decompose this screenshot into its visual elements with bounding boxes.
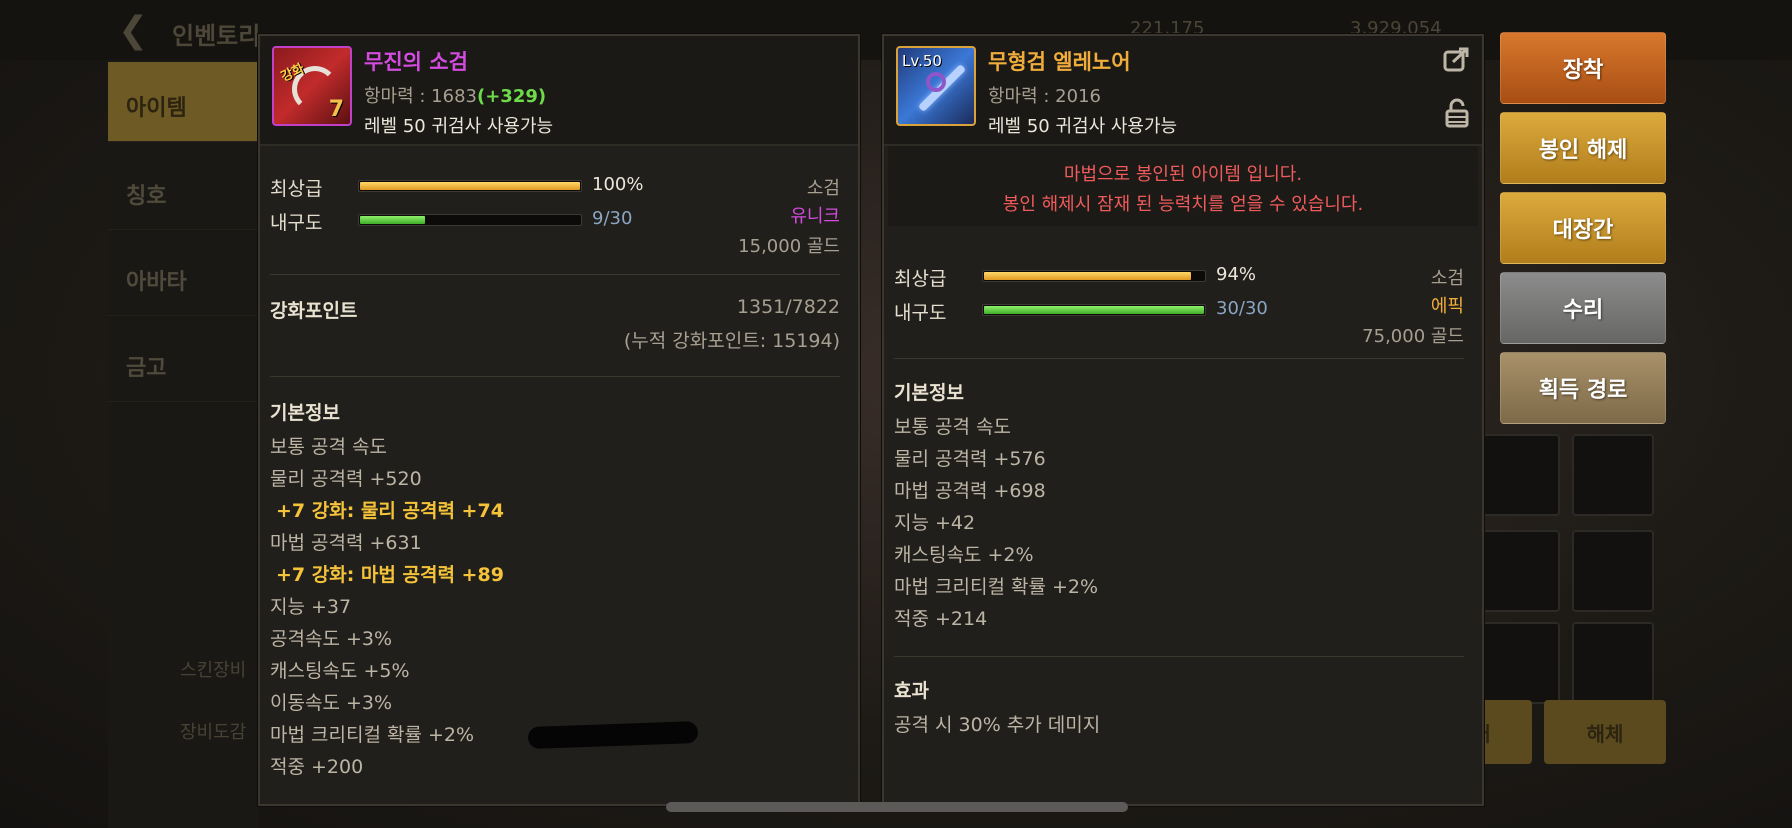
stat-line: 물리 공격력 +520 — [270, 468, 422, 490]
tooltip-header: Lv.50 무형검 엘레노어 항마력 : 2016 레벨 50 귀검사 사용가능 — [884, 36, 1482, 146]
tooltip-header: 강화 7 무진의 소검 항마력 : 1683(+329) 레벨 50 귀검사 사… — [260, 36, 858, 146]
grade-label: 최상급 — [894, 268, 947, 290]
stat-line: 캐스팅속도 +2% — [894, 544, 1034, 566]
item-price: 15,000 골드 — [738, 236, 840, 257]
anti-magic-stat: 항마력 : 1683(+329) — [364, 82, 546, 108]
redaction-mark — [527, 721, 699, 749]
requirement: 레벨 50 귀검사 사용가능 — [988, 116, 1178, 137]
anti-magic-stat: 항마력 : 2016 — [988, 86, 1101, 107]
stat-line: 마법 크리티컬 확률 +2% — [270, 724, 475, 746]
divider — [270, 274, 840, 275]
item-name: 무진의 소검 — [364, 50, 468, 74]
blacksmith-button[interactable]: 대장간 — [1500, 192, 1666, 264]
stat-line: 마법 크리티컬 확률 +2% — [894, 576, 1099, 598]
sidebar-skin-equip[interactable]: 스킨장비 — [180, 656, 246, 682]
sidebar-item-vault[interactable]: 금고 — [108, 322, 258, 402]
stat-line: 지능 +37 — [270, 596, 352, 618]
sidebar-item-avatar[interactable]: 아바타 — [108, 236, 258, 316]
lock-icon[interactable] — [1442, 98, 1472, 128]
sidebar-item-titles[interactable]: 칭호 — [108, 150, 258, 230]
durability-label: 내구도 — [894, 302, 947, 324]
inventory-slot[interactable] — [1478, 434, 1560, 516]
durability-bar — [982, 304, 1206, 316]
durability-bar-fill — [984, 306, 1204, 314]
item-type: 소검 — [1430, 268, 1464, 289]
acquisition-route-button[interactable]: 획득 경로 — [1500, 352, 1666, 424]
stat-line: 적중 +214 — [894, 608, 988, 630]
stat-line: 적중 +200 — [270, 756, 364, 778]
enhance-level: 7 — [328, 97, 344, 122]
item-price: 75,000 골드 — [1362, 326, 1464, 347]
stat-line: 마법 공격력 +698 — [894, 480, 1046, 502]
divider — [270, 376, 840, 377]
durability-label: 내구도 — [270, 212, 323, 234]
durability-value: 9/30 — [592, 208, 633, 229]
grade-value: 94% — [1216, 264, 1257, 285]
home-indicator[interactable] — [666, 802, 1128, 812]
item-icon: Lv.50 — [896, 46, 976, 126]
inventory-slot[interactable] — [1572, 530, 1654, 612]
equip-button[interactable]: 장착 — [1500, 32, 1666, 104]
item-name: 무형검 엘레노어 — [988, 50, 1131, 74]
sidebar-item-items[interactable]: 아이템 — [108, 62, 258, 142]
stat-line: 이동속도 +3% — [270, 692, 393, 714]
level-badge: Lv.50 — [902, 52, 942, 70]
stat-line: 마법 공격력 +631 — [270, 532, 422, 554]
grade-bar-fill — [360, 182, 580, 190]
item-tooltip-current: 강화 7 무진의 소검 항마력 : 1683(+329) 레벨 50 귀검사 사… — [258, 34, 860, 806]
item-art-guard — [926, 72, 946, 92]
basic-info-title: 기본정보 — [894, 382, 964, 404]
grade-bar — [358, 180, 582, 192]
stat-line: 지능 +42 — [894, 512, 976, 534]
unseal-button[interactable]: 봉인 해제 — [1500, 112, 1666, 184]
inventory-sidebar: 아이템 칭호 아바타 금고 — [108, 60, 258, 828]
inventory-slot[interactable] — [1478, 530, 1560, 612]
enhance-points-value: 1351/7822 — [736, 296, 840, 318]
stat-line: 공격속도 +3% — [270, 628, 393, 650]
share-icon[interactable] — [1442, 44, 1472, 74]
divider — [894, 358, 1464, 359]
stat-line: 캐스팅속도 +5% — [270, 660, 410, 682]
effect-text: 공격 시 30% 추가 데미지 — [894, 714, 1101, 736]
inventory-slot[interactable] — [1572, 622, 1654, 704]
stat-line: 보통 공격 속도 — [894, 416, 1011, 438]
sealed-warning-line1: 마법으로 봉인된 아이템 입니다. — [1063, 164, 1303, 185]
stat-line: 보통 공격 속도 — [270, 436, 387, 458]
anti-magic-bonus: (+329) — [477, 86, 547, 107]
grade-value: 100% — [592, 174, 644, 195]
item-type: 소검 — [806, 178, 840, 199]
item-rarity: 에픽 — [1430, 296, 1464, 317]
stat-line: 물리 공격력 +576 — [894, 448, 1046, 470]
repair-button[interactable]: 수리 — [1500, 272, 1666, 344]
enhance-points-label: 강화포인트 — [270, 300, 358, 322]
divider — [894, 656, 1464, 657]
grade-bar-fill — [984, 272, 1191, 280]
item-icon: 강화 7 — [272, 46, 352, 126]
requirement: 레벨 50 귀검사 사용가능 — [364, 116, 554, 137]
basic-info-title: 기본정보 — [270, 402, 340, 424]
sealed-warning: 마법으로 봉인된 아이템 입니다. 봉인 해제시 잠재 된 능력치를 얻을 수 … — [888, 146, 1478, 226]
sidebar-equip-codex[interactable]: 장비도감 — [180, 718, 246, 744]
sealed-warning-line2: 봉인 해제시 잠재 된 능력치를 얻을 수 있습니다. — [1002, 194, 1364, 215]
inventory-slot[interactable] — [1478, 622, 1560, 704]
inventory-slot[interactable] — [1572, 434, 1654, 516]
back-arrow-icon[interactable]: ❮ — [118, 10, 148, 51]
enhance-points-total: (누적 강화포인트: 15194) — [623, 330, 840, 352]
durability-bar-fill — [360, 216, 425, 224]
item-tooltip-selected: Lv.50 무형검 엘레노어 항마력 : 2016 레벨 50 귀검사 사용가능… — [882, 34, 1484, 806]
enhance-stat-line: +7 강화: 물리 공격력 +74 — [276, 500, 504, 522]
grade-bar — [982, 270, 1206, 282]
enhance-stat-line: +7 강화: 마법 공격력 +89 — [276, 564, 504, 586]
item-rarity: 유니크 — [790, 206, 840, 227]
anti-magic-value: 항마력 : 1683 — [364, 86, 477, 107]
disassemble-button[interactable]: 해체 — [1544, 700, 1666, 764]
grade-label: 최상급 — [270, 178, 323, 200]
screen-title: 인벤토리 — [172, 22, 261, 50]
durability-value: 30/30 — [1216, 298, 1268, 319]
effect-title: 효과 — [894, 680, 929, 702]
durability-bar — [358, 214, 582, 226]
